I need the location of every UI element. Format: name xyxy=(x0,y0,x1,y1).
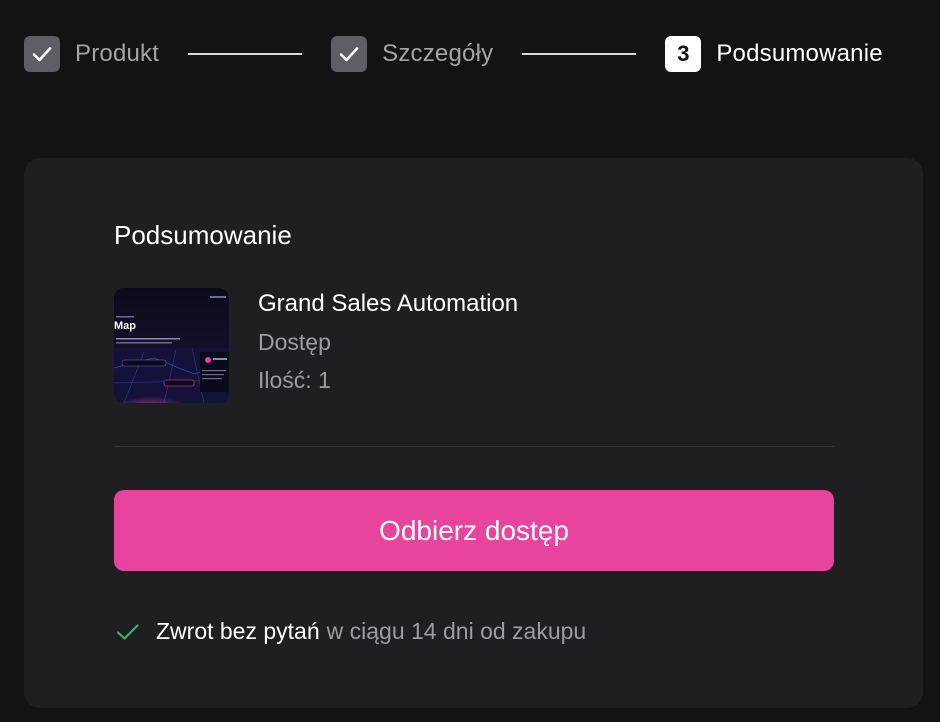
step-connector xyxy=(522,53,637,55)
claim-access-button[interactable]: Odbierz dostęp xyxy=(114,490,834,571)
step-produkt[interactable]: Produkt xyxy=(24,36,159,72)
step-podsumowanie: 3 Podsumowanie xyxy=(665,36,883,72)
step-label: Szczegóły xyxy=(382,40,494,67)
step-done-badge xyxy=(24,36,60,72)
refund-guarantee: Zwrot bez pytań w ciągu 14 dni od zakupu xyxy=(116,618,586,645)
product-info: Grand Sales Automation Dostęp Ilość: 1 xyxy=(258,288,518,403)
guarantee-strong: Zwrot bez pytań xyxy=(156,618,320,644)
checkout-stepper: Produkt Szczegóły 3 Podsumowanie xyxy=(24,36,924,72)
check-icon xyxy=(32,47,52,62)
thumbnail-heading: Map xyxy=(114,320,136,332)
step-done-badge xyxy=(331,36,368,72)
product-quantity: Ilość: 1 xyxy=(258,367,331,393)
product-preview-image xyxy=(114,288,229,403)
step-label: Podsumowanie xyxy=(716,40,883,67)
product-type: Dostęp xyxy=(258,329,331,355)
divider xyxy=(114,446,834,447)
step-label: Produkt xyxy=(75,40,160,67)
summary-card: Podsumowanie Map Grand Sales Automation … xyxy=(24,158,923,708)
check-icon xyxy=(339,47,359,62)
summary-title: Podsumowanie xyxy=(114,220,292,250)
guarantee-details: w ciągu 14 dni od zakupu xyxy=(326,618,587,644)
check-icon xyxy=(116,623,139,640)
product-row: Map Grand Sales Automation Dostęp Ilość:… xyxy=(114,288,518,403)
step-number-badge: 3 xyxy=(665,36,702,72)
step-connector xyxy=(188,53,303,55)
product-name: Grand Sales Automation xyxy=(258,290,519,317)
product-thumbnail: Map xyxy=(114,288,229,403)
step-szczegoly[interactable]: Szczegóły xyxy=(331,36,493,72)
